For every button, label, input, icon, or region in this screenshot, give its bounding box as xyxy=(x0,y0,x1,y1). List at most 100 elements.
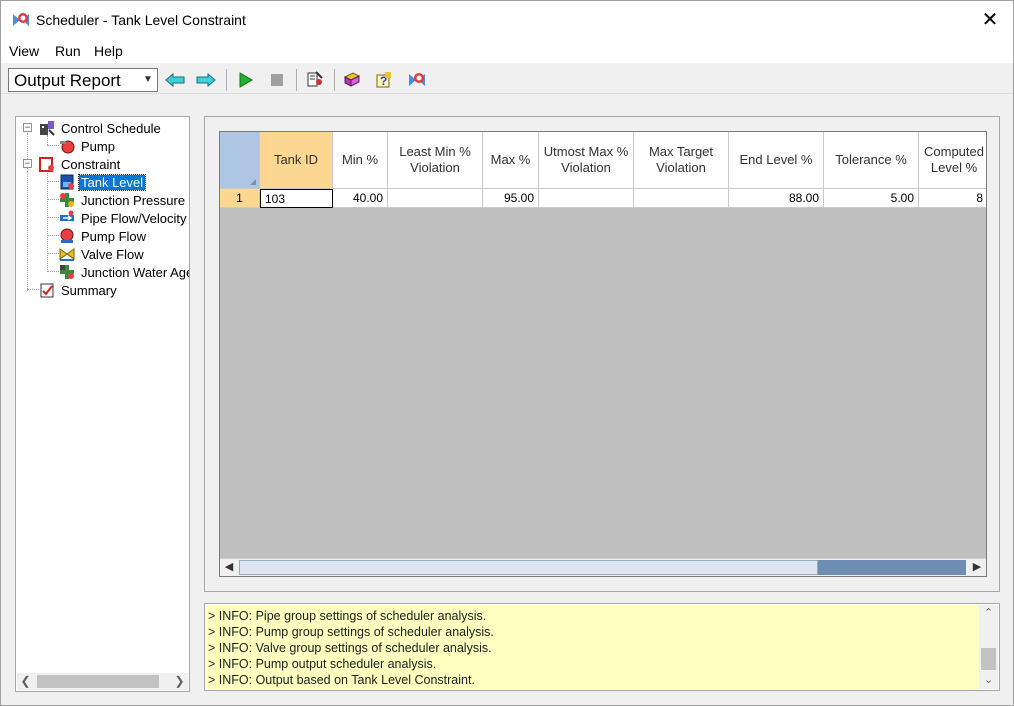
log-line: > INFO: Valve group settings of schedule… xyxy=(208,641,492,655)
scheduler-icon[interactable] xyxy=(406,69,428,91)
cell-tank-id[interactable]: 103 xyxy=(260,189,333,208)
pipe-flow-icon xyxy=(60,210,74,221)
tree-item-label: Pump Flow xyxy=(81,228,147,244)
log-line: > INFO: Pump group settings of scheduler… xyxy=(208,625,494,639)
menu-help[interactable]: Help xyxy=(94,43,123,59)
scroll-right-icon[interactable]: ▶ xyxy=(968,559,986,576)
column-header-computed-level[interactable]: Computed Level % xyxy=(919,132,986,189)
forward-arrow-icon[interactable] xyxy=(195,69,217,91)
control-schedule-icon xyxy=(40,121,55,136)
tree-item-summary[interactable]: Summary xyxy=(39,281,119,299)
tree-item-junction-water-age[interactable]: Junction Water Age xyxy=(59,263,190,281)
title-bar: Scheduler - Tank Level Constraint ✕ xyxy=(1,1,1013,39)
tank-level-icon xyxy=(60,174,74,190)
column-header-tank-id[interactable]: Tank ID xyxy=(260,132,333,189)
log-text-area[interactable]: > INFO: Pipe group settings of scheduler… xyxy=(206,605,979,689)
scroll-thumb[interactable] xyxy=(981,648,996,670)
help-icon[interactable]: ? xyxy=(373,69,395,91)
navigation-tree[interactable]: − − Control Schedule Pump Constraint Tan… xyxy=(15,116,190,692)
tree-horizontal-scrollbar[interactable]: ❮ ❯ xyxy=(17,673,188,690)
tree-item-constraint[interactable]: Constraint xyxy=(39,155,122,173)
constraint-icon xyxy=(39,157,54,172)
scroll-left-icon[interactable]: ◀ xyxy=(220,559,238,576)
tree-connector xyxy=(47,171,48,272)
output-report-value: Output Report xyxy=(14,71,121,90)
column-header-least-min-violation[interactable]: Least Min % Violation xyxy=(388,132,483,189)
collapse-toggle-constraint[interactable]: − xyxy=(23,159,32,168)
tree-item-label: Junction Pressure xyxy=(81,192,186,208)
cell-least-min-violation[interactable] xyxy=(388,189,483,208)
log-line: > INFO: Pump output scheduler analysis. xyxy=(208,657,437,671)
tree-connector xyxy=(47,145,59,146)
scheduler-app-icon xyxy=(13,13,29,26)
column-header-utmost-max-violation[interactable]: Utmost Max % Violation xyxy=(539,132,634,189)
log-vertical-scrollbar[interactable]: ⌃ ⌄ xyxy=(979,605,998,689)
output-report-select[interactable]: Output Report ▼ xyxy=(8,68,158,92)
column-header-end-level[interactable]: End Level % xyxy=(729,132,824,189)
column-header-tolerance[interactable]: Tolerance % xyxy=(824,132,919,189)
close-button[interactable]: ✕ xyxy=(977,7,1003,33)
tree-connector xyxy=(47,253,59,254)
tree-item-label: Valve Flow xyxy=(81,246,144,262)
tree-item-label: Pump xyxy=(81,138,115,154)
tree-connector xyxy=(47,199,59,200)
tree-connector xyxy=(47,181,59,182)
cell-end-level[interactable]: 88.00 xyxy=(729,189,824,208)
stop-icon[interactable] xyxy=(266,69,288,91)
book-icon[interactable] xyxy=(341,69,363,91)
message-log[interactable]: > INFO: Pipe group settings of scheduler… xyxy=(204,603,1000,691)
chevron-down-icon[interactable]: ▼ xyxy=(139,69,157,91)
tree-item-pipe-flow-velocity[interactable]: Pipe Flow/Velocity xyxy=(59,209,189,227)
tree-item-label: Control Schedule xyxy=(61,120,161,136)
tree-item-label: Constraint xyxy=(61,156,121,172)
summary-icon xyxy=(40,283,54,298)
run-icon[interactable] xyxy=(234,69,256,91)
tree-connector xyxy=(27,171,28,291)
toolbar-separator xyxy=(296,69,297,91)
scroll-track[interactable] xyxy=(818,560,966,575)
tree-item-control-schedule[interactable]: Control Schedule xyxy=(39,119,163,137)
column-header-max-target-violation[interactable]: Max Target Violation xyxy=(634,132,729,189)
grid-select-all[interactable] xyxy=(220,132,260,189)
tree-item-valve-flow[interactable]: Valve Flow xyxy=(59,245,146,263)
tree-item-pump-flow[interactable]: Pump Flow xyxy=(59,227,148,245)
pump-icon xyxy=(60,140,75,154)
pump-flow-icon xyxy=(60,228,74,243)
tank-level-grid[interactable]: Tank ID Min % Least Min % Violation Max … xyxy=(219,131,987,577)
log-line: > INFO: Output based on Tank Level Const… xyxy=(208,673,475,687)
tree-item-pump[interactable]: Pump xyxy=(59,137,117,155)
cell-tolerance[interactable]: 5.00 xyxy=(824,189,919,208)
collapse-toggle-control-schedule[interactable]: − xyxy=(23,123,32,132)
menu-run[interactable]: Run xyxy=(55,43,81,59)
log-line: > INFO: Pipe group settings of scheduler… xyxy=(208,609,487,623)
scroll-thumb[interactable] xyxy=(37,675,159,688)
menu-view[interactable]: View xyxy=(9,43,39,59)
menu-bar: View Run Help xyxy=(1,39,1013,63)
back-arrow-icon[interactable] xyxy=(164,69,186,91)
scheduler-window: Scheduler - Tank Level Constraint ✕ View… xyxy=(0,0,1014,706)
toolbar-separator xyxy=(334,69,335,91)
column-header-min[interactable]: Min % xyxy=(333,132,388,189)
options-icon[interactable] xyxy=(304,69,326,91)
scroll-right-icon[interactable]: ❯ xyxy=(171,673,188,690)
tree-item-junction-pressure[interactable]: Junction Pressure xyxy=(59,191,187,209)
cell-min[interactable]: 40.00 xyxy=(333,189,388,208)
tree-item-tank-level[interactable]: Tank Level xyxy=(59,173,147,191)
scroll-up-icon[interactable]: ⌃ xyxy=(979,605,998,622)
grid-horizontal-scrollbar[interactable]: ◀ ▶ xyxy=(220,558,986,576)
scroll-down-icon[interactable]: ⌄ xyxy=(979,672,998,689)
tree-item-label: Pipe Flow/Velocity xyxy=(81,210,187,226)
tree-connector xyxy=(47,217,59,218)
row-number[interactable]: 1 xyxy=(220,189,260,208)
cell-max[interactable]: 95.00 xyxy=(483,189,539,208)
cell-max-target-violation[interactable] xyxy=(634,189,729,208)
toolbar-separator xyxy=(226,69,227,91)
tree-item-label: Tank Level xyxy=(77,173,147,191)
tree-connector xyxy=(47,235,59,236)
column-header-max[interactable]: Max % xyxy=(483,132,539,189)
scroll-left-icon[interactable]: ❮ xyxy=(17,673,34,690)
cell-computed-level[interactable]: 8 xyxy=(919,189,986,208)
scroll-thumb[interactable] xyxy=(239,560,818,575)
cell-utmost-max-violation[interactable] xyxy=(539,189,634,208)
tree-item-label: Junction Water Age xyxy=(81,264,190,280)
